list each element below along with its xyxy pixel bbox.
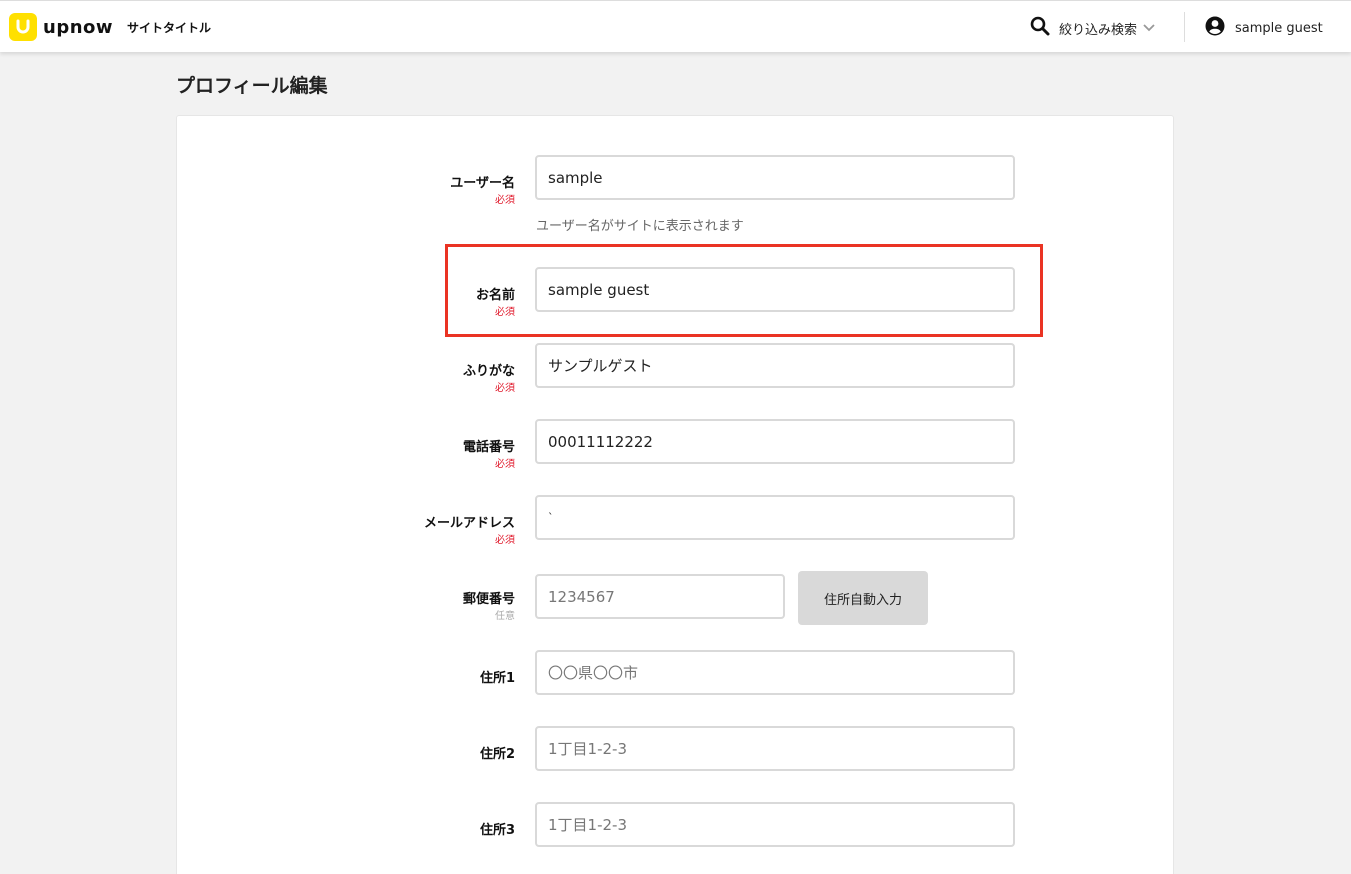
username-label: ユーザー名 [450,176,515,191]
search-filter-label: 絞り込み検索 [1059,22,1138,38]
name-required-badge: 必須 [495,307,515,318]
page-title: プロフィール編集 [176,75,328,97]
phone-label: 電話番号 [462,440,515,455]
user-avatar-icon [1205,16,1225,40]
address-autofill-button[interactable]: 住所自動入力 [798,571,928,625]
phone-required-badge: 必須 [495,459,515,470]
logo[interactable]: upnow [9,13,113,41]
postal-input[interactable]: 1234567 [535,574,785,619]
address3-input[interactable]: 1丁目1-2-3 [535,802,1015,847]
email-required-badge: 必須 [495,535,515,546]
phone-input[interactable]: 00011112222 [535,419,1015,464]
furigana-input[interactable]: サンプルゲスト [535,343,1015,388]
top-header: upnow サイトタイトル 絞り込み検索 sample guest [0,0,1351,52]
name-input[interactable]: sample guest [535,267,1015,312]
name-label: お名前 [475,288,515,303]
user-name: sample guest [1235,20,1323,36]
postal-label: 郵便番号 [462,592,515,607]
search-icon [1030,16,1050,40]
username-required-badge: 必須 [495,195,515,206]
furigana-label: ふりがな [462,364,515,379]
header-divider [1184,12,1185,42]
address2-input[interactable]: 1丁目1-2-3 [535,726,1015,771]
address2-label: 住所2 [479,747,515,762]
user-menu[interactable]: sample guest [1205,16,1323,40]
postal-optional-badge: 任意 [495,611,515,622]
address3-label: 住所3 [479,823,515,838]
username-helper-text: ユーザー名がサイトに表示されます [536,219,744,234]
logo-u-icon [9,13,37,41]
furigana-required-badge: 必須 [495,383,515,394]
site-title[interactable]: サイトタイトル [127,19,211,36]
username-input[interactable]: sample [535,155,1015,200]
email-label: メールアドレス [423,516,515,531]
logo-text: upnow [43,16,114,38]
search-filter-button[interactable]: 絞り込み検索 [1030,16,1155,40]
email-input[interactable]: ` [535,495,1015,540]
chevron-down-icon [1143,21,1155,36]
address1-label: 住所1 [479,671,515,686]
address1-input[interactable]: 〇〇県〇〇市 [535,650,1015,695]
